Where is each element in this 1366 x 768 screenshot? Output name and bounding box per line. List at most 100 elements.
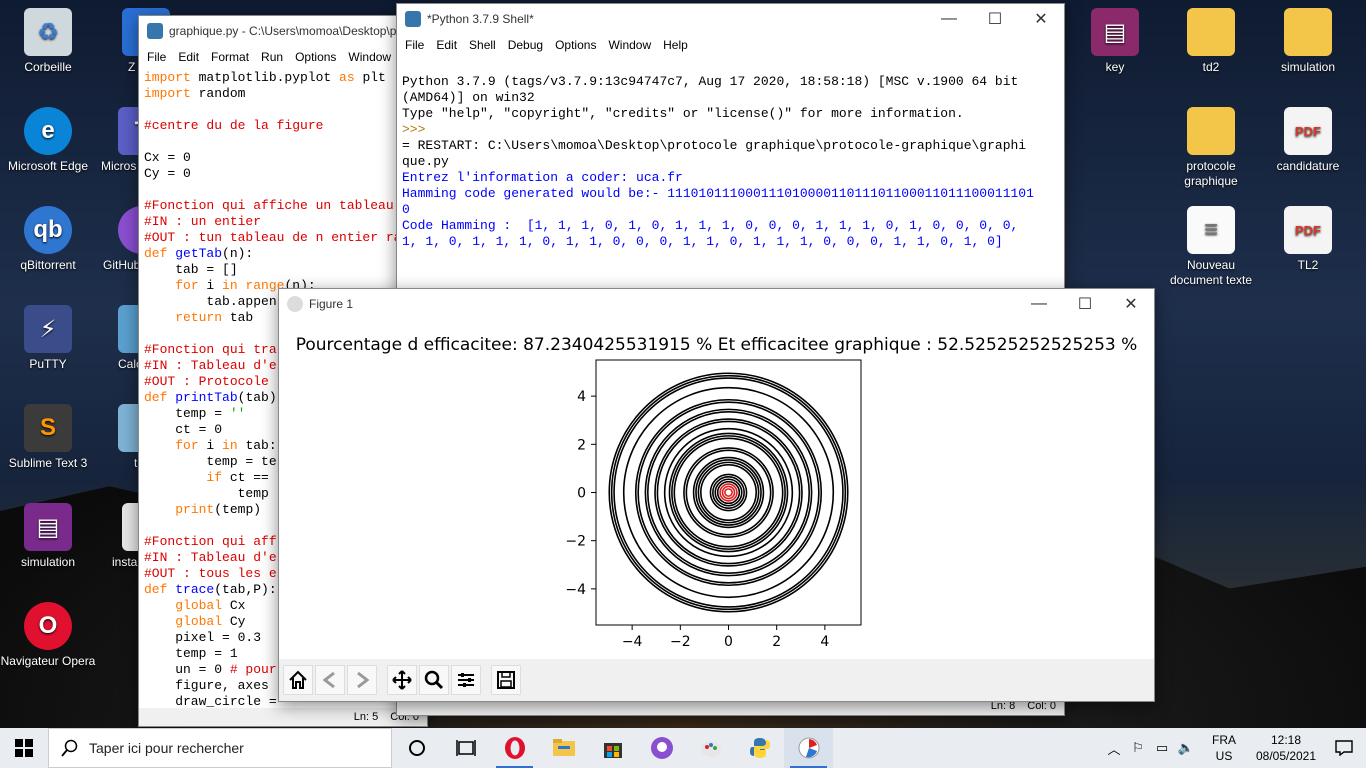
desktop-icon-col2[interactable]: Calc xyxy=(96,305,166,372)
forward-arrow-icon xyxy=(357,671,370,689)
desktop-icon-simulation-folder[interactable]: simulation xyxy=(1260,8,1356,75)
desktop-icon-label: simulation xyxy=(20,555,76,569)
menu-edit[interactable]: Edit xyxy=(172,50,205,64)
chart[interactable]: −4 −2 0 2 4 4 2 0 −2 −4 xyxy=(279,319,1156,649)
menu-shell[interactable]: Shell xyxy=(463,38,502,52)
desktop-icon-label: Navigateur Opera xyxy=(0,654,96,668)
notifications-button[interactable] xyxy=(1322,740,1366,756)
desktop-icon-label: simulation xyxy=(1280,60,1336,74)
taskbar-search[interactable]: Taper ici pour rechercher xyxy=(48,728,392,768)
clock[interactable]: 12:18 08/05/2021 xyxy=(1250,732,1322,764)
shell-output[interactable]: Python 3.7.9 (tags/v3.7.9:13c94747c7, Au… xyxy=(397,56,1064,252)
menu-help[interactable]: Help xyxy=(657,38,694,52)
back-button[interactable] xyxy=(315,665,345,695)
volume-icon[interactable]: 🔈 xyxy=(1174,740,1198,756)
taskbar-explorer[interactable] xyxy=(539,728,588,768)
taskbar-figure[interactable] xyxy=(784,728,833,768)
shell-title: *Python 3.7.9 Shell* xyxy=(427,12,534,26)
figure-title: Figure 1 xyxy=(309,297,354,311)
desktop-icon-label: GitHub xyxy=(103,258,141,272)
language-indicator[interactable]: FRA US xyxy=(1204,732,1244,764)
menu-options[interactable]: Options xyxy=(549,38,602,52)
desktop-icon-putty[interactable]: ⚡ PuTTY xyxy=(0,305,96,372)
menu-file[interactable]: File xyxy=(141,50,172,64)
editor-titlebar[interactable]: graphique.py - C:\Users\momoa\Desktop\p xyxy=(139,16,427,46)
desktop-icon-key[interactable]: ▤ key xyxy=(1067,8,1163,75)
file-explorer-icon xyxy=(552,739,575,756)
figure-titlebar[interactable]: Figure 1 — ☐ ✕ xyxy=(279,289,1154,319)
desktop-icon-qbittorrent[interactable]: qb qBittorrent xyxy=(0,206,96,273)
desktop-icon-sublime[interactable]: S Sublime Text 3 xyxy=(0,404,96,471)
maximize-button[interactable]: ☐ xyxy=(1062,289,1108,319)
pan-button[interactable] xyxy=(387,665,417,695)
menu-edit[interactable]: Edit xyxy=(430,38,463,52)
taskbar-store[interactable] xyxy=(588,728,637,768)
maximize-button[interactable]: ☐ xyxy=(972,4,1018,34)
shell-menubar: File Edit Shell Debug Options Window Hel… xyxy=(397,34,1064,56)
task-view-icon xyxy=(455,740,476,756)
x-tick-label: 0 xyxy=(724,634,733,649)
home-button[interactable] xyxy=(283,665,313,695)
taskbar-github[interactable] xyxy=(637,728,686,768)
desktop-icon-col2[interactable]: insta xyxy=(96,503,170,570)
search-placeholder: Taper ici pour rechercher xyxy=(89,740,244,756)
desktop-icon-tl2[interactable]: PDF TL2 xyxy=(1260,206,1356,273)
close-button[interactable]: ✕ xyxy=(1108,289,1154,319)
shell-line: que.py xyxy=(402,154,449,169)
figure-toolbar xyxy=(279,659,1154,701)
save-button[interactable] xyxy=(491,665,521,695)
shell-titlebar[interactable]: *Python 3.7.9 Shell* — ☐ ✕ xyxy=(397,4,1064,34)
menu-format[interactable]: Format xyxy=(205,50,255,64)
menu-window[interactable]: Window xyxy=(602,38,657,52)
menu-window[interactable]: Window xyxy=(342,50,397,64)
desktop-icon-col2[interactable]: t xyxy=(96,404,166,471)
system-tray: ︿ ⚐ ▭ 🔈 FRA US 12:18 08/05/2021 xyxy=(1102,728,1366,768)
desktop-icon-edge[interactable]: e Microsoft Edge xyxy=(0,107,96,174)
desktop-icon-label: protocole graphique xyxy=(1184,159,1238,188)
taskbar-opera[interactable] xyxy=(490,728,539,768)
configure-button[interactable] xyxy=(451,665,481,695)
desktop-icon-label: key xyxy=(1105,60,1125,74)
taskbar-paint[interactable] xyxy=(686,728,735,768)
taskbar-python[interactable] xyxy=(735,728,784,768)
menu-debug[interactable]: Debug xyxy=(502,38,549,52)
desktop-icon-simulation[interactable]: ▤ simulation xyxy=(0,503,96,570)
start-button[interactable] xyxy=(0,728,48,768)
minimize-button[interactable]: — xyxy=(1016,289,1062,319)
pdf-icon: PDF xyxy=(1284,107,1332,155)
edge-icon: e xyxy=(24,107,72,155)
menu-run[interactable]: Run xyxy=(255,50,289,64)
desktop-icon-new-text[interactable]: ≡ Nouveau document texte xyxy=(1163,206,1259,288)
desktop-icon-col2[interactable]: GitHub xyxy=(96,206,166,273)
y-tick-label: 4 xyxy=(577,389,586,405)
network-icon[interactable]: ⚐ xyxy=(1126,740,1150,756)
desktop-icon-label: qBittorrent xyxy=(20,258,76,272)
clock-date: 08/05/2021 xyxy=(1255,749,1317,763)
python-icon xyxy=(405,11,421,27)
battery-icon[interactable]: ▭ xyxy=(1150,740,1174,756)
zoom-button[interactable] xyxy=(419,665,449,695)
chevron-up-icon[interactable]: ︿ xyxy=(1102,739,1126,758)
x-tick-label: 4 xyxy=(820,634,829,649)
minimize-button[interactable]: — xyxy=(926,4,972,34)
forward-button[interactable] xyxy=(347,665,377,695)
close-button[interactable]: ✕ xyxy=(1018,4,1064,34)
menu-options[interactable]: Options xyxy=(289,50,342,64)
pan-icon xyxy=(392,670,412,690)
desktop-icon-col2[interactable]: T Micros xyxy=(96,107,166,174)
desktop-icon-candidature[interactable]: PDF candidature xyxy=(1260,107,1356,174)
desktop-icon-label: insta xyxy=(112,555,138,569)
desktop-icon-col2[interactable]: Z xyxy=(96,8,170,75)
figure-window[interactable]: Figure 1 — ☐ ✕ Pourcentage d efficacitee… xyxy=(278,288,1155,702)
pdf-icon: PDF xyxy=(1284,206,1332,254)
search-icon xyxy=(61,739,78,757)
menu-file[interactable]: File xyxy=(399,38,430,52)
python-icon xyxy=(749,738,770,758)
desktop-icon-protocole[interactable]: protocole graphique xyxy=(1163,107,1259,189)
cortana-button[interactable] xyxy=(392,728,441,768)
desktop-icon-opera[interactable]: O Navigateur Opera xyxy=(0,602,96,669)
desktop-icon-recycle-bin[interactable]: ♻ Corbeille xyxy=(0,8,96,75)
desktop-icon-td2[interactable]: td2 xyxy=(1163,8,1259,75)
github-icon xyxy=(650,737,673,759)
task-view-button[interactable] xyxy=(441,728,490,768)
